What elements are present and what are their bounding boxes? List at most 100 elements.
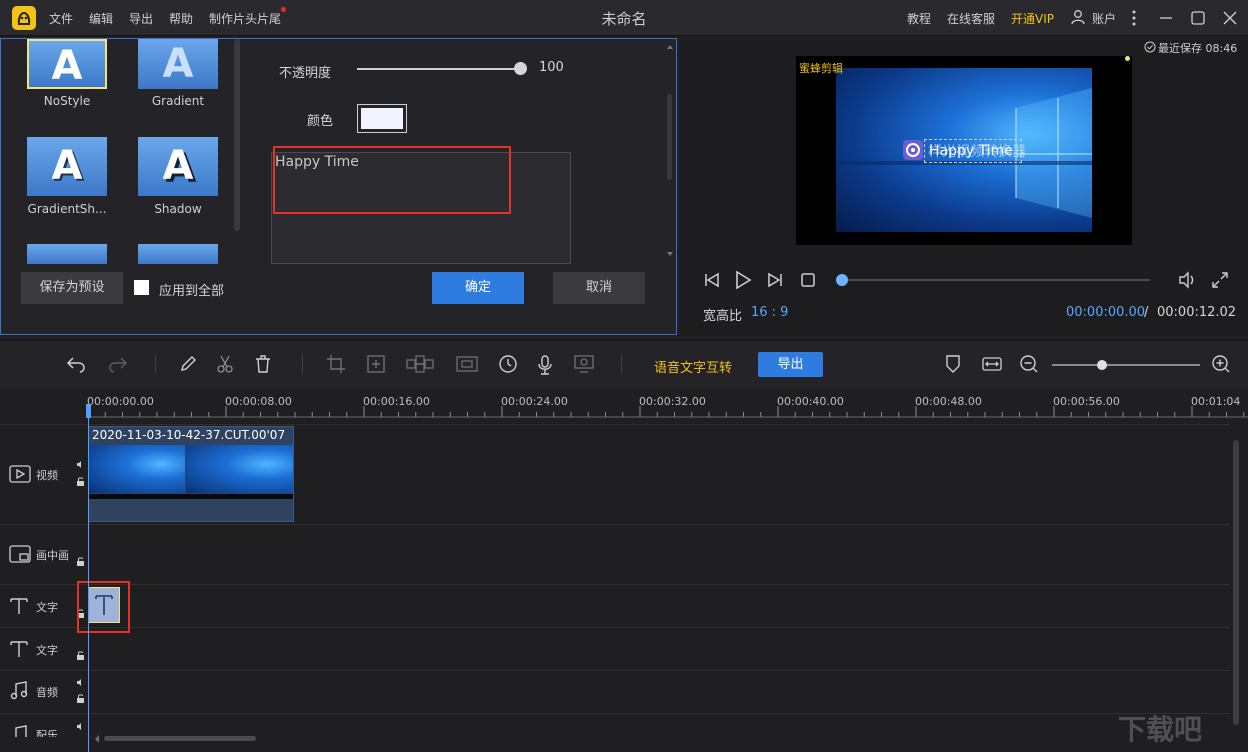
zoom-slider-handle[interactable]	[1097, 360, 1107, 370]
playback-progress-handle[interactable]	[836, 274, 848, 286]
support-link[interactable]: 在线客服	[947, 10, 995, 27]
prev-frame-icon[interactable]	[703, 272, 721, 288]
track-pip	[0, 524, 1230, 584]
play-icon[interactable]	[734, 270, 752, 290]
stop-icon[interactable]	[801, 273, 815, 287]
timeline-h-scrollbar[interactable]	[104, 736, 256, 741]
export-button[interactable]: 导出	[758, 352, 823, 377]
audio-mute-icon[interactable]	[76, 678, 85, 687]
playhead-handle[interactable]	[86, 404, 91, 418]
maximize-icon[interactable]	[1190, 10, 1206, 26]
zoom-frame-icon[interactable]	[366, 354, 386, 374]
time-current: 00:00:00.00	[1066, 305, 1146, 320]
track-label-audio: 音频	[36, 686, 58, 699]
opacity-value: 100	[539, 60, 564, 75]
track-text-2	[0, 627, 1230, 670]
pencil-icon[interactable]	[178, 354, 198, 374]
toolbar-divider	[621, 354, 622, 374]
duration-clock-icon[interactable]	[498, 354, 518, 374]
freeze-frame-icon[interactable]	[455, 354, 479, 374]
cancel-button[interactable]: 取消	[553, 272, 645, 304]
mosaic-icon[interactable]	[405, 354, 435, 374]
aspect-value[interactable]: 16 : 9	[751, 305, 788, 320]
zoom-slider-track[interactable]	[1052, 364, 1200, 366]
menu-export[interactable]: 导出	[129, 10, 153, 27]
text-track-icon	[9, 596, 29, 616]
zoom-in-icon[interactable]	[1211, 354, 1231, 374]
style-gradient-shadow[interactable]: A	[27, 137, 107, 196]
opacity-slider-track[interactable]	[357, 68, 520, 70]
tick-label: 00:00:08.00	[225, 395, 292, 408]
vip-link[interactable]: 开通VIP	[1011, 10, 1054, 27]
menu-edit[interactable]: 编辑	[89, 10, 113, 27]
account-link[interactable]: 账户	[1092, 10, 1116, 27]
close-icon[interactable]	[1222, 10, 1238, 26]
text2-lock-icon[interactable]	[76, 651, 85, 660]
menu-help[interactable]: 帮助	[169, 10, 193, 27]
speech-text-button[interactable]: 语音文字互转	[654, 357, 732, 376]
redo-icon[interactable]	[106, 354, 128, 374]
volume-icon[interactable]	[1177, 270, 1197, 290]
video-lock-icon[interactable]	[76, 477, 85, 486]
more-icon[interactable]	[1131, 9, 1137, 27]
highlight-box-text-clip	[77, 581, 130, 633]
ok-button[interactable]: 确定	[432, 272, 524, 304]
video-mute-icon[interactable]	[76, 460, 85, 469]
time-separator: /	[1144, 305, 1149, 320]
video-clip-name: 2020-11-03-10-42-37.CUT.00'07	[92, 428, 286, 442]
style-thumb-partial[interactable]	[138, 244, 218, 264]
style-shadow-label: Shadow	[154, 202, 202, 216]
music-mute-icon[interactable]	[76, 722, 85, 731]
style-nostyle[interactable]: A	[27, 39, 107, 89]
zoom-out-icon[interactable]	[1019, 354, 1039, 374]
style-thumb-partial[interactable]	[27, 244, 107, 264]
fit-width-icon[interactable]	[981, 354, 1003, 374]
toolbar-divider	[302, 354, 303, 374]
microphone-icon[interactable]	[536, 354, 554, 376]
clip-audio-strip	[89, 494, 293, 499]
opacity-label: 不透明度	[279, 66, 332, 81]
tick-label: 00:00:32.00	[639, 395, 706, 408]
scissors-icon[interactable]	[215, 354, 235, 374]
video-track-icon	[9, 465, 31, 483]
opacity-slider-handle[interactable]	[514, 62, 527, 75]
color-swatch[interactable]	[357, 104, 407, 133]
style-shadow[interactable]: A	[138, 137, 218, 196]
save-preset-button[interactable]: 保存为预设	[21, 272, 123, 304]
converter-logo-icon	[903, 140, 923, 160]
screen-record-icon[interactable]	[573, 354, 595, 374]
audio-lock-icon[interactable]	[76, 694, 85, 703]
editor-scrollbar[interactable]	[667, 94, 672, 180]
minimize-icon[interactable]	[1158, 10, 1174, 26]
scroll-down-icon[interactable]	[667, 251, 673, 257]
tick-label: 00:00:48.00	[915, 395, 982, 408]
track-music	[0, 713, 1230, 752]
playhead[interactable]	[88, 406, 89, 752]
scroll-up-icon[interactable]	[667, 44, 673, 50]
pip-track-icon	[9, 545, 31, 563]
new-badge-dot	[281, 7, 286, 12]
preview-overlay-text: Happy Time	[929, 143, 1013, 159]
h-scroll-left-icon[interactable]	[94, 735, 100, 743]
autosave-status: 最近保存 08:46	[1158, 42, 1238, 55]
trash-icon[interactable]	[253, 354, 273, 374]
next-frame-icon[interactable]	[766, 272, 784, 288]
tick-label: 00:00:16.00	[363, 395, 430, 408]
marker-icon[interactable]	[945, 354, 961, 374]
undo-icon[interactable]	[66, 354, 88, 374]
crop-icon[interactable]	[326, 354, 346, 374]
style-list-scrollbar[interactable]	[234, 39, 240, 231]
timeline-v-scrollbar[interactable]	[1233, 440, 1239, 725]
menu-intro-outro[interactable]: 制作片头片尾	[209, 10, 281, 27]
toolbar-divider	[155, 354, 156, 374]
account-icon[interactable]	[1070, 9, 1086, 25]
menu-file[interactable]: 文件	[49, 10, 73, 27]
apply-all-checkbox[interactable]	[134, 280, 149, 295]
style-gradient-shadow-letter: A	[51, 143, 83, 189]
style-gradient-label: Gradient	[151, 94, 205, 108]
fullscreen-icon[interactable]	[1211, 271, 1229, 289]
tutorial-link[interactable]: 教程	[907, 10, 931, 27]
playback-progress-track[interactable]	[842, 279, 1150, 281]
style-gradient[interactable]: A	[138, 39, 218, 89]
pip-lock-icon[interactable]	[76, 557, 85, 566]
